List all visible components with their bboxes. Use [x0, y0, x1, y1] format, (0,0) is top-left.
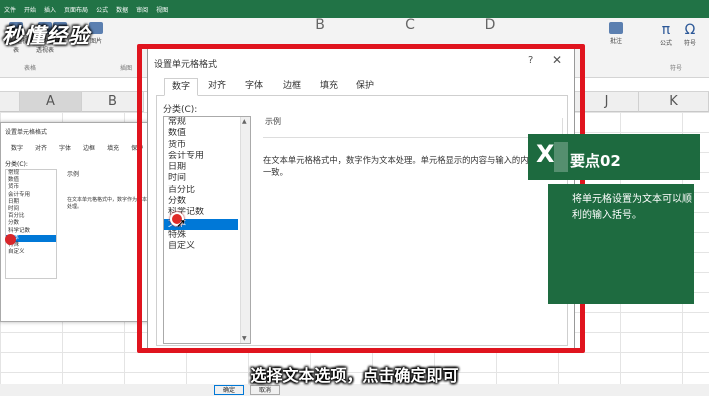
tip-title: 要点02 — [570, 152, 621, 170]
column-header-b-top[interactable]: B — [290, 18, 350, 40]
comment-button[interactable]: 批注 — [604, 22, 628, 45]
pi-symbol-icon: π — [661, 22, 671, 38]
small-tab: 对齐 — [35, 145, 48, 152]
small-category-list: 常规数值货币会计专用日期时间百分比分数科学记数文本特殊自定义 — [5, 169, 57, 279]
group-label-symbols: 符号 — [670, 65, 683, 72]
small-category-item: 日期 — [8, 198, 20, 205]
watermark-logo: 秒懂经验 — [2, 23, 90, 48]
ribbon-tabs: 文件 开始 插入 页面布局 公式 数据 审阅 视图 — [0, 0, 709, 18]
small-format-dialog: 设置单元格格式 数字 对齐 字体 边框 填充 保护 分类(C): 常规 数值 货币 会计专用 日期… — [0, 122, 152, 322]
omega-symbol-icon: Ω — [684, 22, 696, 38]
picture-label: 图片 — [89, 38, 102, 45]
highlight-frame — [137, 44, 585, 353]
small-click-indicator — [5, 234, 16, 245]
tip-text: 将单元格设置为文本可以顺利的输入括号。 — [572, 194, 692, 221]
symbol-button[interactable]: Ω 符号 — [680, 22, 700, 47]
symbol-label: 符号 — [683, 40, 696, 47]
column-header-d-top[interactable]: D — [460, 18, 520, 40]
column-header-c-top[interactable]: C — [380, 18, 440, 40]
ribbon-tab[interactable]: 视图 — [152, 0, 172, 14]
cancel-button[interactable]: 取消 — [250, 385, 280, 395]
picture-icon — [89, 22, 103, 34]
ribbon-tab[interactable]: 插入 — [40, 0, 60, 14]
small-tab: 字体 — [59, 145, 72, 152]
small-dialog-tabs: 数字 对齐 字体 边框 填充 保护 — [5, 141, 149, 154]
small-category-item: 分数 — [8, 220, 20, 227]
subtitle-caption: 选择文本选项，点击确定即可 — [250, 366, 459, 385]
small-category-item: 科学记数 — [8, 227, 31, 234]
ribbon-tab[interactable]: 文件 — [0, 0, 20, 14]
group-label-tables: 表格 — [24, 65, 37, 72]
column-header-b[interactable]: B — [82, 92, 144, 112]
small-sample-label: 示例 — [67, 171, 80, 178]
ribbon-tab[interactable]: 页面布局 — [60, 0, 92, 14]
small-category-item: 会计专用 — [8, 191, 31, 198]
small-dialog-title: 设置单元格格式 — [5, 129, 48, 136]
ribbon-tab[interactable]: 审阅 — [132, 0, 152, 14]
small-category-label: 分类(C): — [5, 161, 28, 168]
small-tab: 数字 — [11, 145, 24, 152]
corner-select-all[interactable] — [0, 92, 20, 112]
group-label-illustrations: 插图 — [120, 65, 133, 72]
comment-label: 批注 — [609, 38, 622, 45]
ribbon-tab[interactable]: 数据 — [112, 0, 132, 14]
equation-button[interactable]: π 公式 — [656, 22, 676, 47]
column-header-k[interactable]: K — [639, 92, 709, 112]
ribbon-tab[interactable]: 开始 — [20, 0, 40, 14]
equation-label: 公式 — [659, 40, 672, 47]
ok-button[interactable]: 确定 — [214, 385, 244, 395]
small-tab: 填充 — [107, 145, 120, 152]
small-category-item: 货币 — [8, 184, 20, 191]
small-category-item: 自定义 — [8, 249, 25, 256]
column-header-a[interactable]: A — [20, 92, 82, 112]
excel-x-icon: X — [536, 140, 568, 174]
comment-icon — [609, 22, 623, 34]
small-tab: 边框 — [83, 145, 96, 152]
ribbon-tab[interactable]: 公式 — [92, 0, 112, 14]
